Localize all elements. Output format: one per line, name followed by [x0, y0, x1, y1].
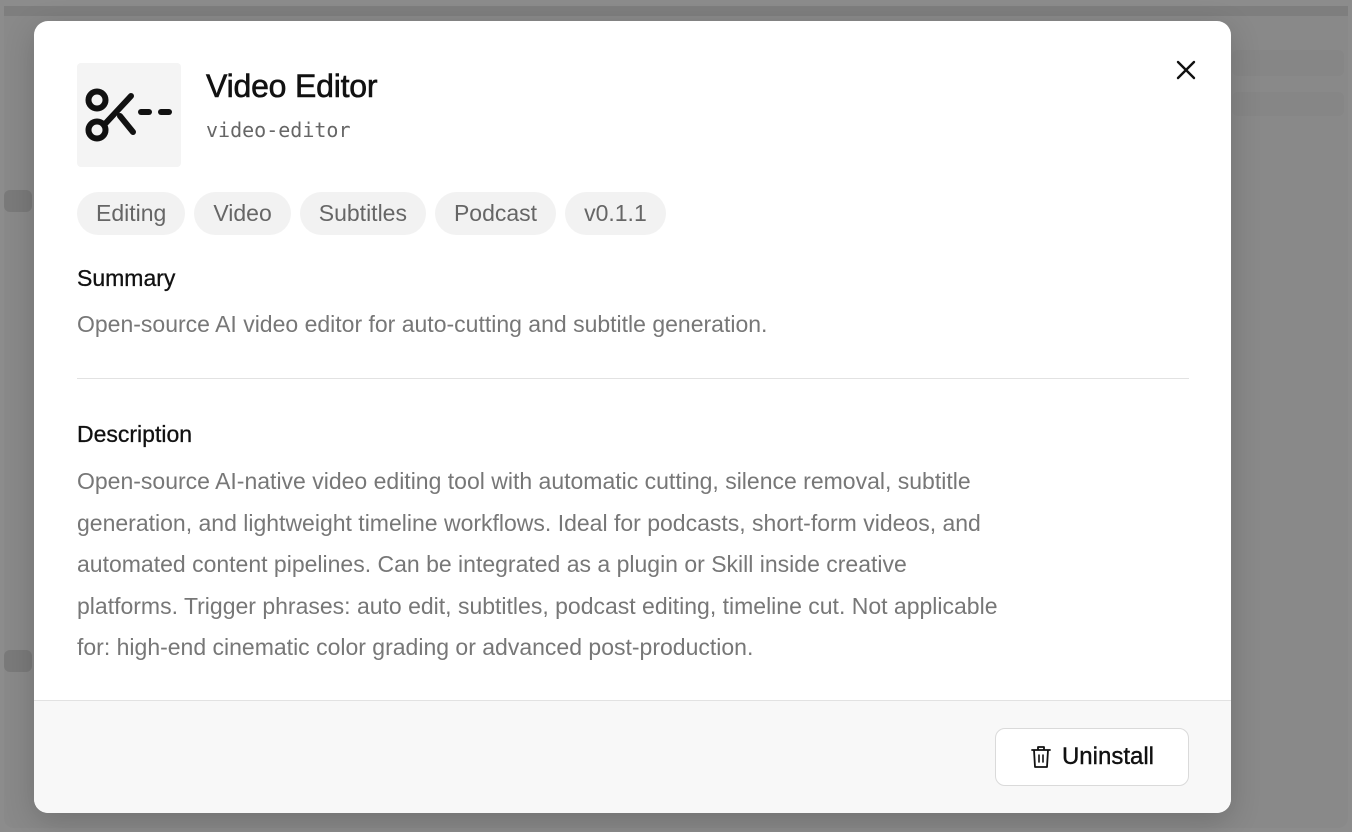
description-line: for: high-end cinematic color grading or… [77, 634, 754, 660]
app-icon [77, 63, 181, 167]
summary-text: Open-source AI video editor for auto-cut… [77, 311, 768, 337]
tag-subtitles: Subtitles [299, 192, 426, 235]
description-line: automated content pipelines. Can be inte… [77, 551, 907, 577]
description-line: Open-source AI-native video editing tool… [77, 468, 971, 494]
uninstall-button[interactable]: Uninstall [995, 728, 1189, 786]
close-button[interactable] [1172, 56, 1200, 84]
description-line: generation, and lightweight timeline wor… [77, 509, 981, 536]
app-detail-modal: Video Editor video-editor Editing Video … [34, 21, 1231, 813]
background-toolbar [4, 6, 1348, 16]
uninstall-label: Uninstall [1061, 743, 1155, 770]
tag-list: Editing Video Subtitles Podcast v0.1.1 [77, 192, 666, 235]
scissors-cut-icon [85, 88, 172, 142]
tag-video: Video [194, 192, 291, 235]
trash-icon [1031, 746, 1051, 768]
summary-heading: Summary [77, 265, 176, 291]
background-element [4, 650, 32, 672]
background-element [1232, 92, 1344, 116]
tag-podcast: Podcast [434, 192, 557, 235]
app-slug: video-editor [206, 118, 351, 142]
description-line: platforms. Trigger phrases: auto edit, s… [77, 592, 998, 619]
description-heading: Description [77, 421, 193, 447]
tag-editing: Editing [77, 192, 186, 235]
background-element [1232, 50, 1344, 76]
version-badge: v0.1.1 [565, 192, 666, 235]
description-text: Open-source AI-native video editing tool… [77, 461, 1197, 669]
app-title: Video Editor [206, 68, 378, 105]
background-element [4, 190, 32, 212]
section-divider [77, 378, 1189, 379]
close-icon [1176, 60, 1196, 80]
